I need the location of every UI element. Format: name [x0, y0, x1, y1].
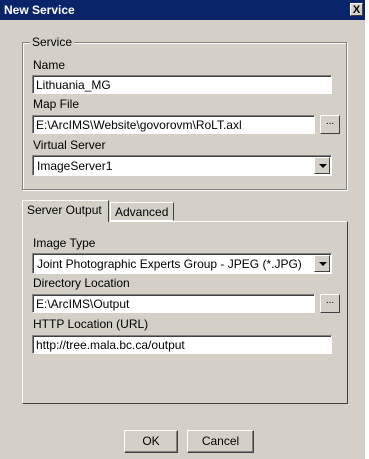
tab-server-output[interactable]: Server Output	[22, 200, 109, 222]
image-type-value: Joint Photographic Experts Group - JPEG …	[37, 257, 302, 271]
http-location-field[interactable]: http://tree.mala.bc.ca/output	[32, 335, 332, 354]
cancel-button[interactable]: Cancel	[187, 430, 254, 453]
image-type-select[interactable]: Joint Photographic Experts Group - JPEG …	[32, 253, 332, 274]
name-label: Name	[33, 58, 66, 72]
chevron-down-icon[interactable]	[314, 157, 330, 174]
close-icon[interactable]: X	[350, 3, 363, 16]
http-location-label: HTTP Location (URL)	[33, 317, 149, 331]
image-type-label: Image Type	[33, 236, 96, 250]
title-bar: New Service X	[0, 0, 365, 20]
chevron-down-icon[interactable]	[314, 255, 330, 272]
directory-location-field[interactable]: E:\ArcIMS\Output	[32, 294, 315, 313]
tab-advanced[interactable]: Advanced	[110, 202, 174, 221]
virtual-server-label: Virtual Server	[33, 138, 106, 152]
directory-location-label: Directory Location	[33, 276, 130, 290]
service-group-legend: Service	[30, 35, 75, 49]
virtual-server-select[interactable]: ImageServer1	[32, 155, 332, 176]
map-file-browse-button[interactable]: ...	[320, 115, 340, 134]
name-field[interactable]: Lithuania_MG	[32, 75, 332, 94]
new-service-dialog: New Service X Service Name Lithuania_MG …	[0, 0, 365, 459]
directory-browse-button[interactable]: ...	[320, 294, 340, 313]
map-file-label: Map File	[33, 97, 80, 111]
map-file-field[interactable]: E:\ArcIMS\Website\govorovm\RoLT.axl	[32, 115, 315, 134]
ok-button[interactable]: OK	[124, 430, 178, 453]
virtual-server-value: ImageServer1	[37, 159, 113, 173]
window-title: New Service	[4, 3, 75, 17]
